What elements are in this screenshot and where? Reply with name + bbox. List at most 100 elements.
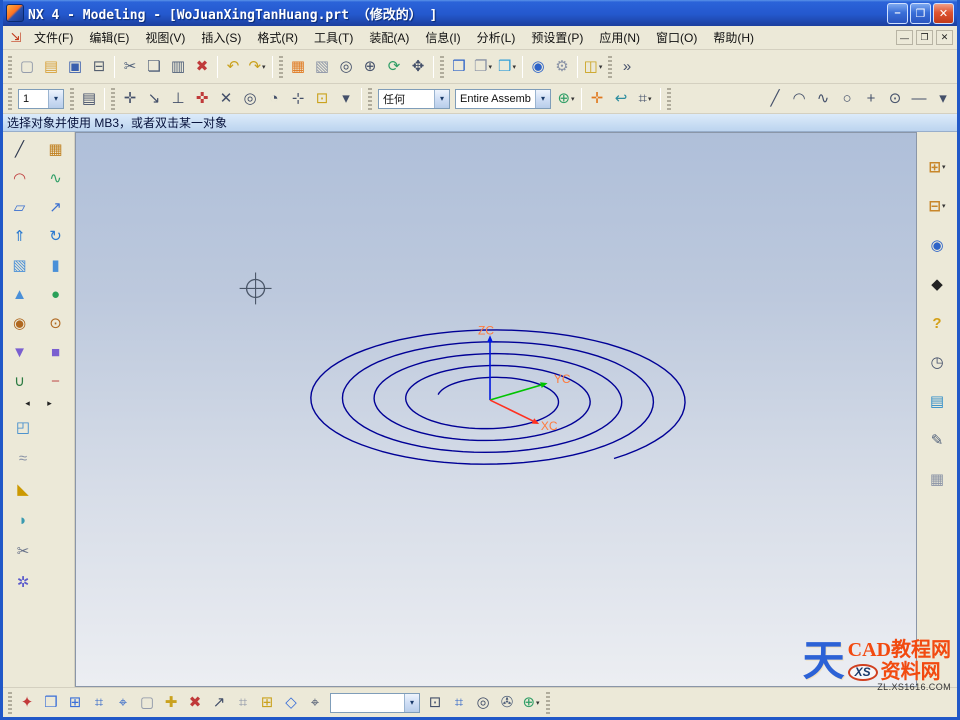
revolve-icon[interactable]: ↻: [42, 223, 70, 249]
restore-button[interactable]: ❐: [910, 3, 931, 24]
snap-wcs-icon[interactable]: ⊡: [310, 87, 334, 111]
dropdown-arrow-icon[interactable]: ▾: [571, 95, 575, 103]
find-icon[interactable]: ◎: [471, 691, 495, 715]
menu-help[interactable]: 帮助(H): [705, 26, 762, 49]
utility-combobox[interactable]: ▾: [330, 693, 420, 713]
attach-icon[interactable]: ✇: [495, 691, 519, 715]
zoom-icon[interactable]: ◎: [334, 55, 358, 79]
help-icon[interactable]: ?: [924, 310, 950, 336]
menu-format[interactable]: 格式(R): [249, 26, 306, 49]
training-icon[interactable]: ◆: [924, 271, 950, 297]
shaded-view-icon[interactable]: ❒: [447, 55, 471, 79]
zoom-in-out-icon[interactable]: ⊕: [358, 55, 382, 79]
toolbar-drag-handle[interactable]: [8, 692, 12, 714]
dropdown-arrow-icon[interactable]: ▾: [512, 63, 516, 71]
history-icon[interactable]: ◷: [924, 349, 950, 375]
menu-tools[interactable]: 工具(T): [306, 26, 361, 49]
menu-assemblies[interactable]: 装配(A): [361, 26, 417, 49]
orient-view-icon[interactable]: ❒▾: [495, 55, 519, 79]
line-tool-icon[interactable]: ╱: [763, 87, 787, 111]
chevron-down-icon[interactable]: ▾: [48, 90, 63, 108]
dropdown-arrow-icon[interactable]: ▾: [536, 699, 540, 707]
sketch-icon[interactable]: ▦: [42, 136, 70, 162]
command-finder-icon[interactable]: ⌗▾: [633, 87, 657, 111]
paste-icon[interactable]: ▥: [166, 55, 190, 79]
toolbar-drag-handle[interactable]: [368, 88, 372, 110]
snapshot-icon[interactable]: ◫▾: [581, 55, 605, 79]
wcs-display-icon[interactable]: ◇: [279, 691, 303, 715]
chevron-down-icon[interactable]: ▾: [434, 90, 449, 108]
more-commands-icon[interactable]: »: [615, 55, 639, 79]
viewport-canvas[interactable]: ZCYCXC: [76, 133, 916, 686]
snap-quadrant-icon[interactable]: ◔: [262, 87, 286, 111]
layer-combobox[interactable]: 1 ▾: [18, 89, 64, 109]
cone-icon[interactable]: ▲: [6, 281, 34, 307]
blank-icon[interactable]: ▢: [135, 691, 159, 715]
ellipse-tool-icon[interactable]: ⊙: [883, 87, 907, 111]
refresh-icon[interactable]: ↩: [609, 87, 633, 111]
display-mode-icon[interactable]: ⊞: [63, 691, 87, 715]
curve-more-icon[interactable]: ▾: [931, 87, 955, 111]
minimize-button[interactable]: –: [887, 3, 908, 24]
menu-information[interactable]: 信息(I): [417, 26, 468, 49]
mdi-close-button[interactable]: ✕: [936, 30, 953, 45]
point-tool-icon[interactable]: +: [859, 87, 883, 111]
window-swap-icon[interactable]: ⊡: [423, 691, 447, 715]
menu-preferences[interactable]: 预设置(P): [523, 26, 591, 49]
wireframe-view-icon[interactable]: ❐▾: [471, 55, 495, 79]
expand-icon[interactable]: ⊕▾: [519, 691, 543, 715]
dropdown-arrow-icon[interactable]: ▾: [942, 202, 946, 210]
snap-point-icon[interactable]: ✛: [118, 87, 142, 111]
snap-midpoint-icon[interactable]: ⊥: [166, 87, 190, 111]
mdi-minimize-button[interactable]: —: [896, 30, 913, 45]
sphere-icon[interactable]: ●: [42, 281, 70, 307]
toolbar-drag-handle[interactable]: [70, 88, 74, 110]
hide-icon[interactable]: ⌗: [87, 691, 111, 715]
transform-icon[interactable]: ↗: [207, 691, 231, 715]
dropdown-arrow-icon[interactable]: ▾: [599, 63, 603, 71]
class-selection-icon[interactable]: ⊕▾: [554, 87, 578, 111]
circle-tool-icon[interactable]: ○: [835, 87, 859, 111]
rotate-view-icon[interactable]: ⟳: [382, 55, 406, 79]
new-file-icon[interactable]: ▢: [15, 55, 39, 79]
boss-icon[interactable]: ⊙: [42, 310, 70, 336]
toolbar-drag-handle[interactable]: [608, 56, 612, 78]
dropdown-arrow-icon[interactable]: ▾: [942, 163, 946, 171]
menu-analysis[interactable]: 分析(L): [469, 26, 524, 49]
layer-settings-icon[interactable]: ⌗: [231, 691, 255, 715]
snap-more-icon[interactable]: ▾: [334, 87, 358, 111]
pocket-icon[interactable]: ▼: [6, 339, 34, 365]
toolbar-drag-handle[interactable]: [8, 56, 12, 78]
toolbar-handle[interactable]: [8, 88, 12, 110]
web-browser-icon[interactable]: ◉: [924, 232, 950, 258]
snap-center-icon[interactable]: ◎: [238, 87, 262, 111]
arc-icon[interactable]: ◠: [6, 165, 34, 191]
menu-application[interactable]: 应用(N): [591, 26, 648, 49]
subtract-icon[interactable]: −: [42, 368, 70, 394]
chevron-down-icon[interactable]: ▾: [404, 694, 419, 712]
menu-view[interactable]: 视图(V): [137, 26, 193, 49]
document-icon[interactable]: ⇲: [7, 29, 25, 47]
show-icon[interactable]: ⌖: [111, 691, 135, 715]
materials-icon[interactable]: ▦: [924, 466, 950, 492]
instance-icon[interactable]: ✲: [11, 570, 35, 594]
delete-object-icon[interactable]: ✖: [183, 691, 207, 715]
snap-intersection-icon[interactable]: ✕: [214, 87, 238, 111]
redo-icon[interactable]: ↷▾: [245, 55, 269, 79]
cylinder-icon[interactable]: ▮: [42, 252, 70, 278]
unite-icon[interactable]: ∪: [6, 368, 34, 394]
undo-icon[interactable]: ↶: [221, 55, 245, 79]
toolbar-drag-handle[interactable]: [667, 88, 671, 110]
layer-visible-icon[interactable]: ⊞: [255, 691, 279, 715]
layer-manager-icon[interactable]: ▤: [77, 87, 101, 111]
graphics-viewport[interactable]: ZCYCXC: [75, 132, 917, 687]
dropdown-arrow-icon[interactable]: ▾: [262, 63, 266, 71]
toolbar-drag-handle[interactable]: [111, 88, 115, 110]
wcs-dynamics-icon[interactable]: ✛: [585, 87, 609, 111]
toolbar-drag-handle[interactable]: [546, 692, 550, 714]
dropdown-arrow-icon[interactable]: ▾: [648, 95, 652, 103]
snap-endpoint-icon[interactable]: ↘: [142, 87, 166, 111]
chamfer-icon[interactable]: ◣: [11, 477, 35, 501]
fit-view-icon[interactable]: ▦: [286, 55, 310, 79]
pan-icon[interactable]: ✥: [406, 55, 430, 79]
